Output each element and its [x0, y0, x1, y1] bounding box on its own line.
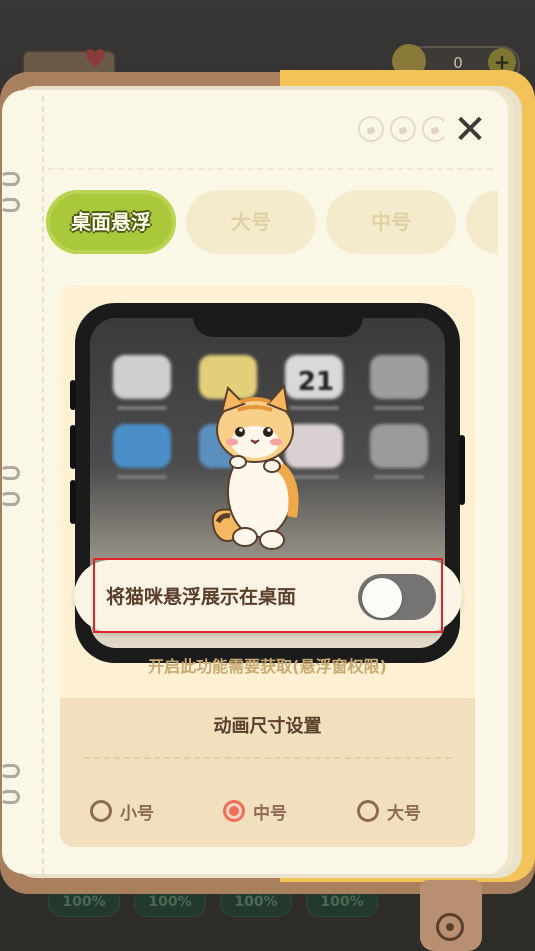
- size-settings-title: 动画尺寸设置: [213, 716, 322, 737]
- size-option-label: 中号: [253, 803, 287, 824]
- size-option-label: 小号: [120, 803, 154, 824]
- binder-ring-icon: [0, 172, 20, 186]
- app-label: [374, 475, 424, 479]
- tab-large[interactable]: 大号: [186, 190, 316, 254]
- size-settings-divider: [84, 757, 451, 759]
- calculator-app-icon: [370, 355, 428, 399]
- app-label: [374, 406, 424, 410]
- close-button[interactable]: ✕: [444, 108, 496, 152]
- tab-desktop-float[interactable]: 桌面悬浮: [46, 190, 176, 254]
- app-label: [117, 475, 167, 479]
- paw-icon: [358, 116, 384, 142]
- radio-icon: [357, 800, 379, 822]
- binder-ring-icon: [0, 492, 20, 506]
- binder-ring-icon: [0, 764, 20, 778]
- reminders-app-icon: [113, 355, 171, 399]
- size-option-small[interactable]: 小号: [90, 796, 154, 826]
- app-store-icon: [113, 424, 171, 468]
- radio-checked-icon: [223, 800, 245, 822]
- paw-decoration: [358, 116, 448, 142]
- app-label: [117, 406, 167, 410]
- binder-ring-icon: [0, 790, 20, 804]
- phone-side-button: [70, 380, 76, 410]
- binder-ring-icon: [0, 198, 20, 212]
- tab-medium[interactable]: 中号: [326, 190, 456, 254]
- heart-icon: ♥: [83, 45, 107, 75]
- bookmark-eye-icon: [436, 913, 464, 941]
- phone-side-button: [70, 480, 76, 524]
- camera-app-icon: [370, 424, 428, 468]
- permission-note: 开启此功能需要获取(悬浮窗权限): [148, 657, 387, 676]
- highlight-box: [93, 558, 443, 633]
- size-option-medium[interactable]: 中号: [223, 796, 287, 826]
- phone-side-button: [70, 425, 76, 469]
- size-option-large[interactable]: 大号: [357, 796, 421, 826]
- binder-ring-icon: [0, 466, 20, 480]
- size-option-label: 大号: [387, 803, 421, 824]
- phone-notch: [193, 303, 363, 337]
- paw-icon: [390, 116, 416, 142]
- header-divider: [48, 168, 493, 170]
- radio-icon: [90, 800, 112, 822]
- cat-illustration-icon: [211, 383, 299, 550]
- phone-power-button: [459, 435, 465, 505]
- page-margin-line: [42, 96, 44, 874]
